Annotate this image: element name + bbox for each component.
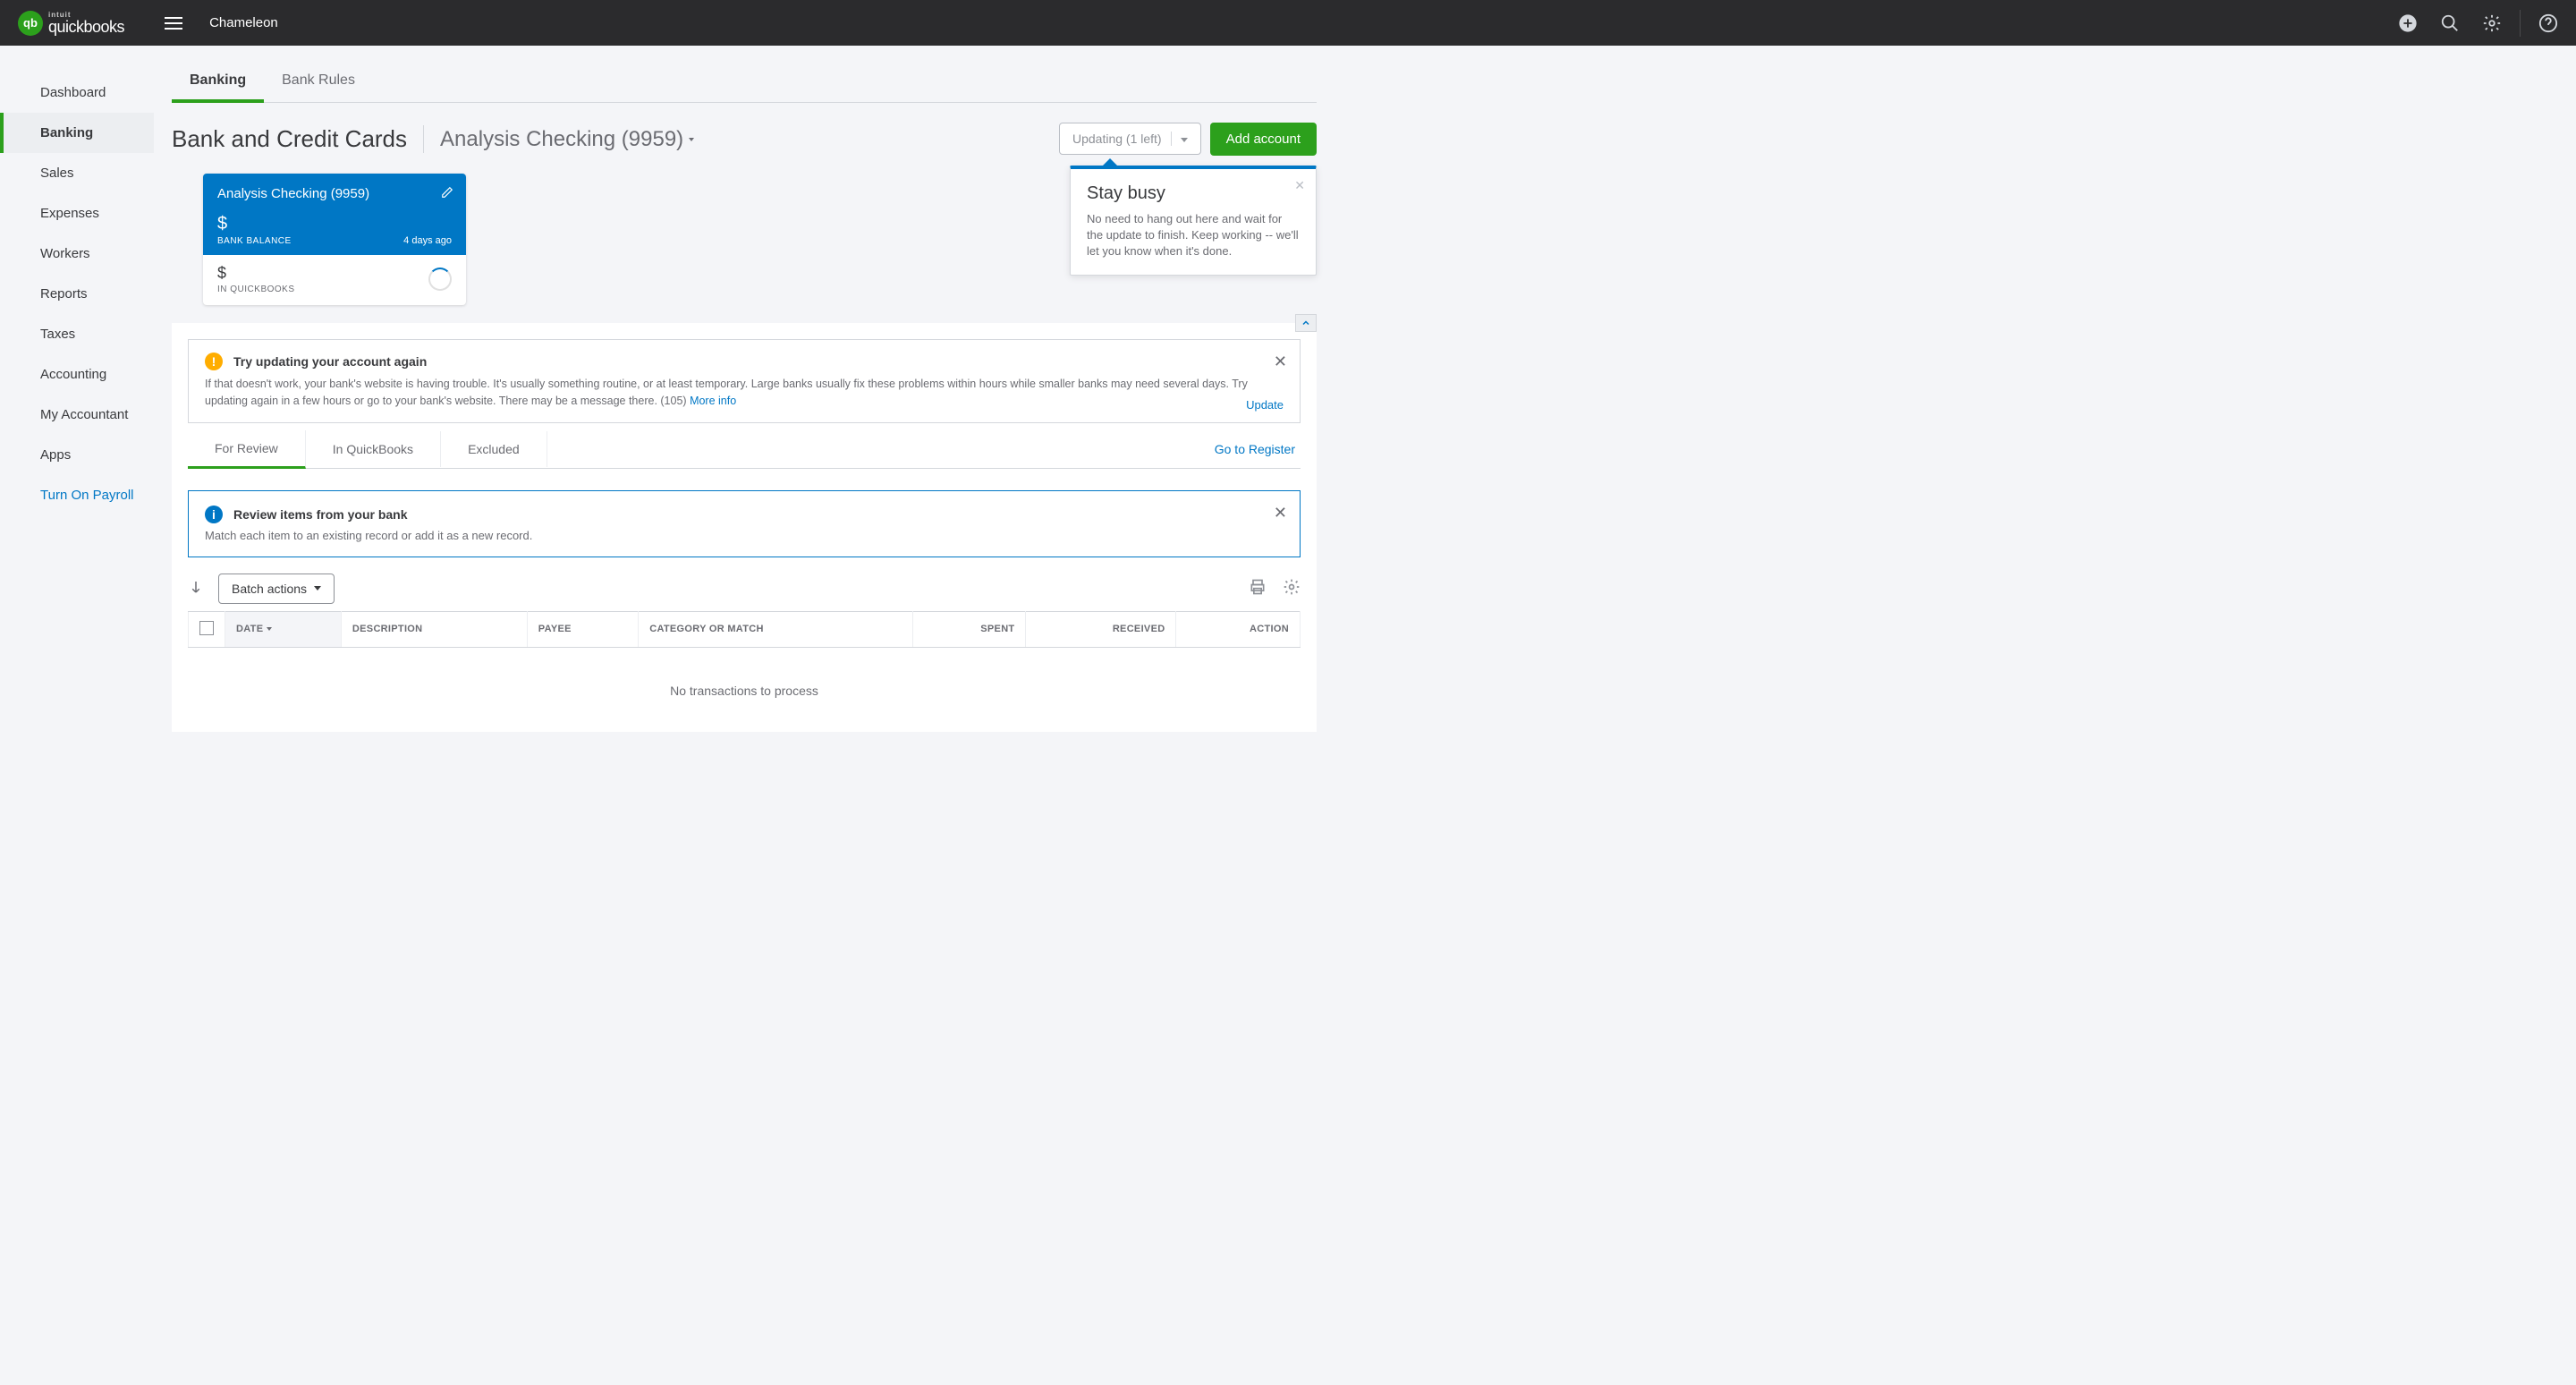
bank-balance-label: BANK BALANCE xyxy=(217,236,292,246)
sidebar-item-taxes[interactable]: Taxes xyxy=(0,314,154,354)
col-received[interactable]: RECEIVED xyxy=(1026,611,1176,647)
review-body: Match each item to an existing record or… xyxy=(205,529,1284,542)
tabs: Banking Bank Rules xyxy=(172,46,1317,103)
review-title: Review items from your bank xyxy=(233,507,408,522)
plus-icon[interactable] xyxy=(2398,13,2418,33)
sidebar: Dashboard Banking Sales Expenses Workers… xyxy=(0,46,154,732)
caret-down-icon xyxy=(1181,138,1188,142)
subtab-for-review[interactable]: For Review xyxy=(188,430,306,469)
col-description[interactable]: DESCRIPTION xyxy=(341,611,527,647)
info-icon: i xyxy=(205,506,223,523)
help-icon[interactable] xyxy=(2538,13,2558,33)
account-selector[interactable]: Analysis Checking (9959) xyxy=(424,127,694,152)
updated-ago: 4 days ago xyxy=(403,235,452,246)
caret-down-icon xyxy=(314,586,321,591)
warning-icon: ! xyxy=(205,353,223,370)
sidebar-item-dashboard[interactable]: Dashboard xyxy=(0,72,154,113)
select-all-checkbox[interactable] xyxy=(199,621,214,635)
review-info-box: ✕ i Review items from your bank Match ea… xyxy=(188,490,1301,557)
batch-label: Batch actions xyxy=(232,582,307,596)
gear-icon[interactable] xyxy=(1283,578,1301,599)
table-actions: Batch actions xyxy=(188,574,1301,604)
stay-busy-tooltip: ✕ Stay busy No need to hang out here and… xyxy=(1070,166,1317,276)
transactions-table: DATE DESCRIPTION PAYEE CATEGORY OR MATCH… xyxy=(188,611,1301,648)
main-content: Banking Bank Rules Bank and Credit Cards… xyxy=(154,46,1317,732)
sort-icon[interactable] xyxy=(188,579,204,598)
subtab-in-quickbooks[interactable]: In QuickBooks xyxy=(306,431,441,467)
sidebar-item-my-accountant[interactable]: My Accountant xyxy=(0,395,154,435)
update-label: Updating (1 left) xyxy=(1072,132,1162,146)
update-link[interactable]: Update xyxy=(1246,398,1284,412)
update-button[interactable]: Updating (1 left) xyxy=(1059,123,1201,155)
sidebar-item-expenses[interactable]: Expenses xyxy=(0,193,154,234)
sidebar-item-reports[interactable]: Reports xyxy=(0,274,154,314)
alert-title: Try updating your account again xyxy=(233,354,427,369)
col-date[interactable]: DATE xyxy=(225,611,342,647)
close-icon[interactable]: ✕ xyxy=(1274,353,1287,371)
caret-down-icon xyxy=(689,138,694,141)
page-title: Bank and Credit Cards xyxy=(172,125,424,153)
batch-actions-button[interactable]: Batch actions xyxy=(218,574,335,604)
brand: quickbooks xyxy=(48,19,124,35)
gear-icon[interactable] xyxy=(2482,13,2502,33)
logo[interactable]: qb intuit quickbooks xyxy=(18,11,124,36)
print-icon[interactable] xyxy=(1249,578,1267,599)
sidebar-item-sales[interactable]: Sales xyxy=(0,153,154,193)
subtab-excluded[interactable]: Excluded xyxy=(441,431,547,467)
empty-state: No transactions to process xyxy=(188,648,1301,716)
caret-down-icon xyxy=(267,627,272,631)
more-info-link[interactable]: More info xyxy=(690,395,736,407)
subtabs: For Review In QuickBooks Excluded Go to … xyxy=(188,430,1301,469)
transactions-panel: ✕ ! Try updating your account again If t… xyxy=(172,323,1317,732)
logo-icon: qb xyxy=(18,11,43,36)
card-name: Analysis Checking (9959) xyxy=(217,186,452,201)
search-icon[interactable] xyxy=(2440,13,2460,33)
sidebar-item-workers[interactable]: Workers xyxy=(0,234,154,274)
add-account-button[interactable]: Add account xyxy=(1210,123,1317,156)
close-icon[interactable]: ✕ xyxy=(1274,504,1287,523)
bank-balance: $ xyxy=(217,214,292,234)
warning-alert: ✕ ! Try updating your account again If t… xyxy=(188,339,1301,423)
qb-balance: $ xyxy=(217,264,295,283)
qb-balance-label: IN QUICKBOOKS xyxy=(217,285,295,294)
sidebar-item-payroll[interactable]: Turn On Payroll xyxy=(0,475,154,515)
tooltip-title: Stay busy xyxy=(1087,183,1300,204)
col-action[interactable]: ACTION xyxy=(1176,611,1301,647)
pencil-icon[interactable] xyxy=(441,186,453,201)
tooltip-text: No need to hang out here and wait for th… xyxy=(1087,211,1300,260)
collapse-button[interactable] xyxy=(1295,314,1317,332)
company-name: Chameleon xyxy=(209,15,278,30)
page-header: Bank and Credit Cards Analysis Checking … xyxy=(172,103,1317,174)
col-category[interactable]: CATEGORY OR MATCH xyxy=(639,611,912,647)
spinner-icon xyxy=(428,268,452,291)
col-spent[interactable]: SPENT xyxy=(912,611,1026,647)
close-icon[interactable]: ✕ xyxy=(1294,178,1305,193)
sidebar-item-banking[interactable]: Banking xyxy=(0,113,154,153)
account-selector-label: Analysis Checking (9959) xyxy=(440,127,683,152)
tab-banking[interactable]: Banking xyxy=(172,64,264,103)
tab-bank-rules[interactable]: Bank Rules xyxy=(264,64,373,102)
sidebar-item-accounting[interactable]: Accounting xyxy=(0,354,154,395)
sidebar-item-apps[interactable]: Apps xyxy=(0,435,154,475)
account-card[interactable]: Analysis Checking (9959) $ BANK BALANCE … xyxy=(203,174,466,305)
hamburger-icon[interactable] xyxy=(165,17,182,30)
col-payee[interactable]: PAYEE xyxy=(527,611,638,647)
top-bar: qb intuit quickbooks Chameleon xyxy=(0,0,2576,46)
alert-body: If that doesn't work, your bank's websit… xyxy=(205,376,1284,410)
go-to-register-link[interactable]: Go to Register xyxy=(1215,442,1301,456)
